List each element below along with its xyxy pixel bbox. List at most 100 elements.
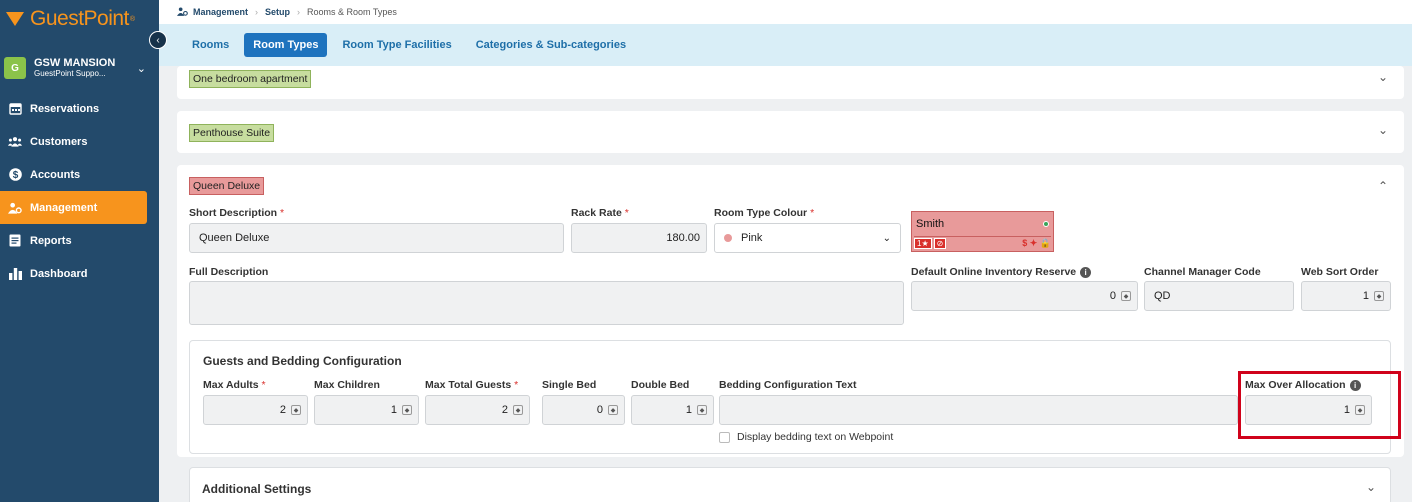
sidebar-item-label: Management [30, 201, 98, 214]
chevron-left-icon: ‹ [156, 34, 160, 46]
preview-guest-name: Smith [916, 218, 945, 230]
sidebar-item-label: Accounts [30, 168, 81, 181]
room-type-chip: Penthouse Suite [189, 124, 275, 142]
breadcrumb-setup[interactable]: Setup [265, 7, 290, 17]
preview-icons: $ ✦ 🔒 [1022, 237, 1051, 248]
breadcrumb-management[interactable]: Management [193, 7, 248, 17]
display-bedding-label: Display bedding text on Webpoint [737, 431, 894, 443]
info-icon[interactable]: i [1080, 266, 1092, 278]
highlight-box [1238, 371, 1401, 439]
users-icon [8, 135, 22, 149]
bedding-text-input[interactable] [719, 395, 1238, 425]
breadcrumb-current: Rooms & Room Types [307, 7, 397, 17]
double-bed-input[interactable]: 1 ◆ [631, 395, 714, 425]
stepper-icon[interactable]: ◆ [513, 405, 523, 415]
stepper-icon[interactable]: ◆ [697, 405, 707, 415]
stepper-icon[interactable]: ◆ [1121, 291, 1131, 301]
max-adults-label: Max Adults * [203, 379, 266, 391]
sidebar-item-label: Customers [30, 135, 88, 148]
bedding-config-title: Guests and Bedding Configuration [203, 354, 402, 368]
booking-preview: Smith 1★ ⊘ $ ✦ 🔒 [911, 211, 1054, 252]
rack-rate-input[interactable]: 180.00 [571, 223, 707, 253]
logo-trademark: ® [129, 15, 136, 23]
breadcrumb: Management › Setup › Rooms & Room Types [159, 0, 1412, 24]
sidebar-item-dashboard[interactable]: Dashboard [0, 257, 147, 290]
web-sort-order-label: Web Sort Order [1301, 266, 1379, 278]
tab-room-types[interactable]: Room Types [244, 33, 328, 57]
no-entry-icon: ⊘ [933, 237, 947, 249]
chevron-up-icon[interactable]: ⌃ [1378, 179, 1388, 193]
room-type-chip: One bedroom apartment [189, 70, 312, 88]
inventory-reserve-input[interactable]: 0 ◆ [911, 281, 1138, 311]
property-selector[interactable]: G GSW MANSION GuestPoint Suppo... ⌄ [4, 56, 154, 80]
max-adults-input[interactable]: 2 ◆ [203, 395, 308, 425]
sidebar: GuestPoint ® G GSW MANSION GuestPoint Su… [0, 0, 159, 502]
sidebar-item-management[interactable]: Management [0, 191, 147, 224]
sidebar-item-reports[interactable]: Reports [0, 224, 147, 257]
short-description-label: Short Description * [189, 207, 285, 219]
max-children-input[interactable]: 1 ◆ [314, 395, 419, 425]
single-bed-label: Single Bed [542, 379, 597, 391]
tab-room-type-facilities[interactable]: Room Type Facilities [333, 33, 460, 57]
rack-rate-label: Rack Rate * [571, 207, 629, 219]
chevron-down-icon[interactable]: ⌄ [1378, 123, 1388, 137]
double-bed-label: Double Bed [631, 379, 690, 391]
sidebar-item-label: Reservations [30, 102, 100, 115]
additional-settings-title: Additional Settings [202, 482, 312, 496]
preview-badge: 1★ [914, 237, 932, 249]
setup-tabs: Rooms Room Types Room Type Facilities Ca… [159, 24, 1412, 66]
stepper-icon[interactable]: ◆ [608, 405, 618, 415]
stepper-icon[interactable]: ◆ [1374, 291, 1384, 301]
web-sort-order-input[interactable]: 1 ◆ [1301, 281, 1391, 311]
single-bed-input[interactable]: 0 ◆ [542, 395, 625, 425]
short-description-input[interactable]: Queen Deluxe [189, 223, 564, 253]
logo-triangle-icon [6, 12, 24, 26]
collapse-sidebar-button[interactable]: ‹ [149, 31, 167, 49]
calendar-icon [8, 102, 22, 116]
property-name: GSW MANSION [34, 57, 116, 70]
room-type-card-expanded: Queen Deluxe ⌃ Short Description * Queen… [177, 165, 1404, 457]
management-icon [177, 6, 188, 18]
sidebar-item-reservations[interactable]: Reservations [0, 92, 147, 125]
property-avatar: G [4, 57, 26, 79]
inventory-reserve-label: Default Online Inventory Reserve i [911, 266, 1092, 278]
additional-settings-card[interactable]: Additional Settings ⌄ [189, 467, 1391, 502]
property-subtitle: GuestPoint Suppo... [34, 68, 106, 78]
room-type-card[interactable]: One bedroom apartment ⌄ [177, 66, 1404, 99]
bedding-config-panel: Guests and Bedding Configuration Max Adu… [189, 340, 1401, 454]
tab-categories[interactable]: Categories & Sub-categories [467, 33, 635, 57]
sidebar-item-accounts[interactable]: $ Accounts [0, 158, 147, 191]
stepper-icon[interactable]: ◆ [291, 405, 301, 415]
chevron-down-icon: ⌄ [882, 232, 891, 244]
colour-swatch [724, 234, 732, 242]
sidebar-nav: Reservations Customers $ Accounts Manage… [0, 92, 147, 290]
room-type-colour-select[interactable]: Pink ⌄ [714, 223, 901, 253]
chart-icon [8, 267, 22, 281]
chevron-down-icon[interactable]: ⌄ [1378, 70, 1388, 84]
management-icon [8, 201, 22, 215]
max-total-guests-label: Max Total Guests * [425, 379, 519, 391]
sidebar-item-label: Reports [30, 234, 72, 247]
bedding-text-label: Bedding Configuration Text [719, 379, 857, 391]
breadcrumb-separator-icon: › [255, 7, 259, 17]
tab-rooms[interactable]: Rooms [183, 33, 238, 57]
stepper-icon[interactable]: ◆ [402, 405, 412, 415]
room-type-colour-label: Room Type Colour * [714, 207, 815, 219]
status-dot-icon [1043, 221, 1049, 227]
chevron-down-icon[interactable]: ⌄ [1366, 480, 1376, 494]
max-total-guests-input[interactable]: 2 ◆ [425, 395, 530, 425]
breadcrumb-separator-icon: › [297, 7, 301, 17]
svg-text:$: $ [12, 170, 18, 181]
report-icon [8, 234, 22, 248]
full-description-input[interactable] [189, 281, 904, 325]
max-children-label: Max Children [314, 379, 380, 391]
room-type-chip: Queen Deluxe [189, 177, 265, 195]
room-type-card[interactable]: Penthouse Suite ⌄ [177, 111, 1404, 153]
display-bedding-checkbox[interactable] [719, 432, 730, 443]
sidebar-item-label: Dashboard [30, 267, 88, 280]
channel-manager-code-input[interactable]: QD [1144, 281, 1294, 311]
guestpoint-logo[interactable]: GuestPoint ® [6, 6, 135, 32]
sidebar-item-customers[interactable]: Customers [0, 125, 147, 158]
full-description-label: Full Description [189, 266, 269, 278]
channel-manager-code-label: Channel Manager Code [1144, 266, 1261, 278]
